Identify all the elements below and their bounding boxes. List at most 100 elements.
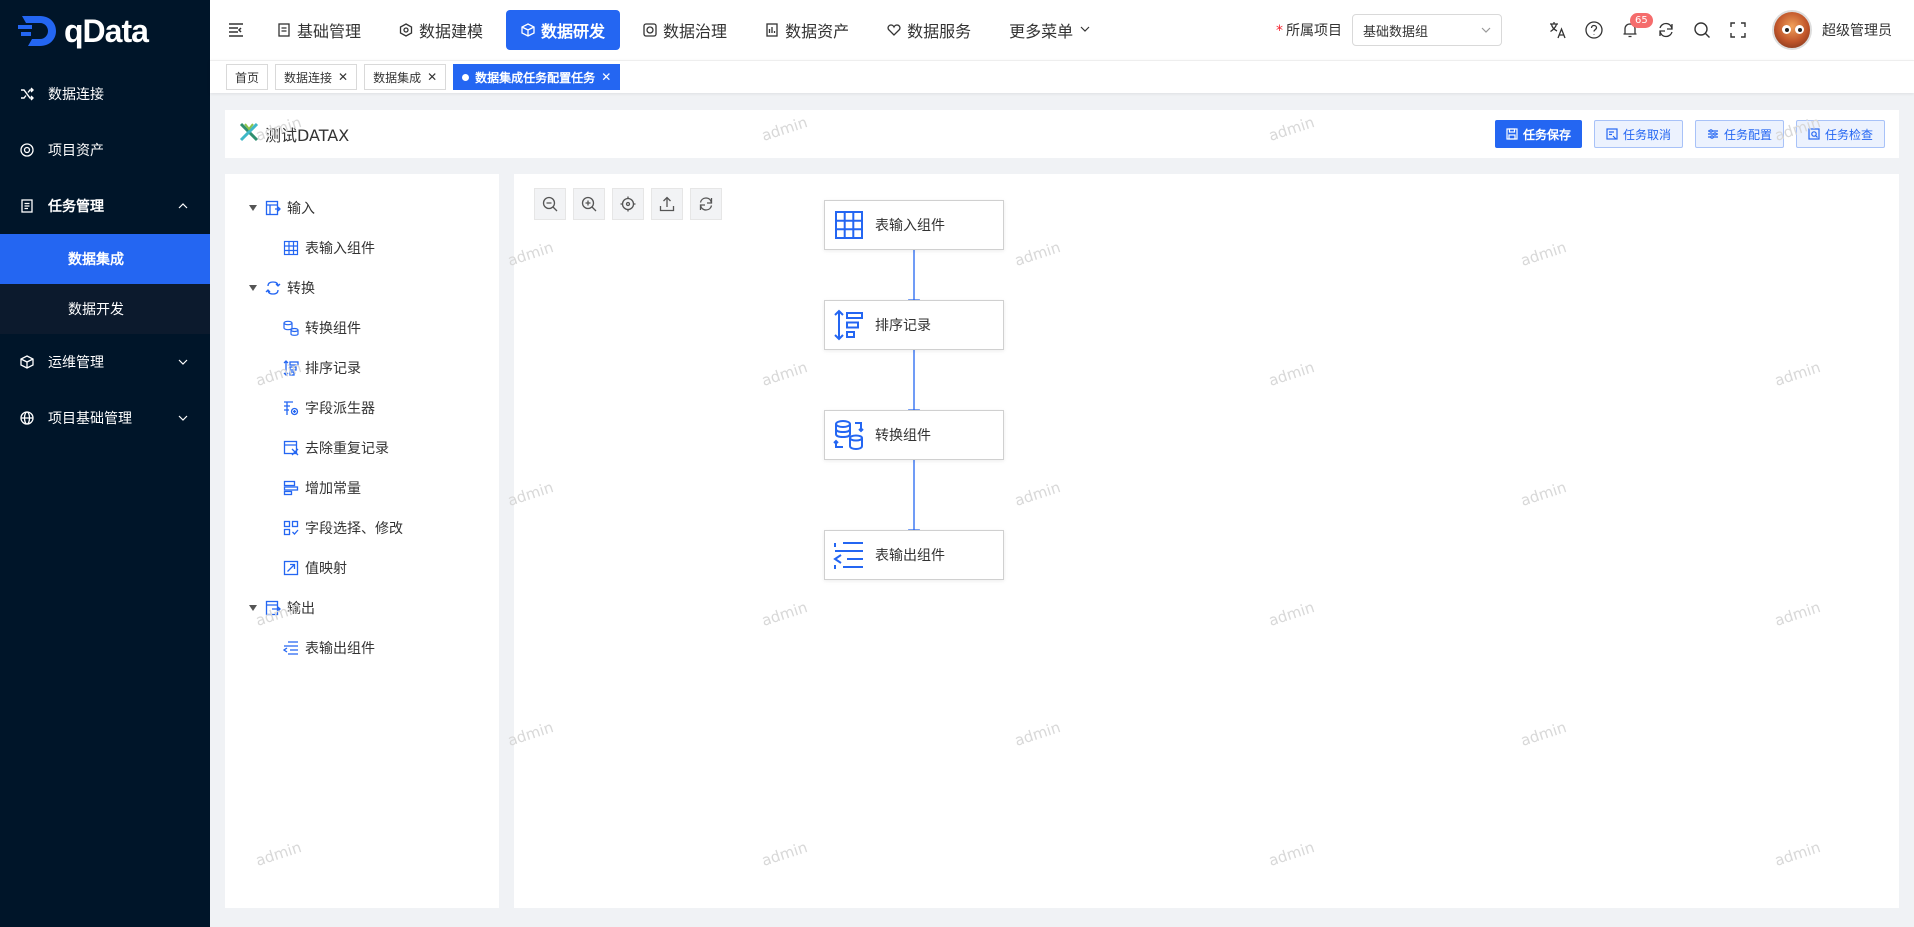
chevron-down-icon: [1079, 23, 1093, 37]
nav-label: 更多菜单: [1009, 22, 1074, 41]
task-save-button[interactable]: 任务保存: [1494, 120, 1582, 148]
caret-down-icon[interactable]: [249, 285, 257, 291]
help-icon[interactable]: [1576, 12, 1612, 48]
sidebar-item-label: 运维管理: [48, 355, 104, 371]
translate-icon[interactable]: [1540, 12, 1576, 48]
cancel-doc-icon: [1606, 128, 1618, 140]
task-header: 测试DATAX 任务保存 任务取消 任务配置 任务检查: [225, 110, 1899, 158]
nav-label: 数据服务: [907, 22, 972, 41]
tree-item-add-constant[interactable]: 增加常量: [283, 468, 361, 508]
sidebar-item-project-base-management[interactable]: 项目基础管理: [0, 390, 210, 446]
center-view-button[interactable]: [612, 188, 644, 220]
zoom-in-button[interactable]: [573, 188, 605, 220]
task-check-button[interactable]: 任务检查: [1795, 120, 1885, 148]
flow-node-label: 转换组件: [875, 428, 931, 444]
tree-item-label: 值映射: [305, 561, 347, 577]
nav-more-menu[interactable]: 更多菜单: [994, 10, 1108, 50]
close-icon[interactable]: ✕: [338, 70, 348, 84]
govern-icon: [643, 23, 657, 37]
nav-data-assets[interactable]: 数据资产: [750, 10, 864, 50]
tab-data-connection[interactable]: 数据连接 ✕: [275, 64, 358, 90]
sidebar-item-label: 数据连接: [48, 87, 104, 103]
dedupe-icon: [283, 440, 299, 456]
sidebar-item-data-connection[interactable]: 数据连接: [0, 66, 210, 122]
zoom-out-button[interactable]: [534, 188, 566, 220]
sidebar-item-label: 项目基础管理: [48, 411, 132, 427]
nav-label: 数据建模: [419, 22, 484, 41]
tree-item-value-mapping[interactable]: 值映射: [283, 548, 347, 588]
tree-group-label: 输出: [287, 601, 315, 617]
hexagon-icon: [399, 23, 413, 37]
refresh-icon: [699, 197, 713, 211]
sidebar-item-label: 项目资产: [48, 143, 104, 159]
caret-down-icon[interactable]: [249, 205, 257, 211]
flow-node-table-input[interactable]: 表输入组件: [824, 200, 1004, 250]
tree-item-field-select-modify[interactable]: 字段选择、修改: [283, 508, 403, 548]
logo-mark-icon: [18, 14, 58, 48]
tree-item-field-derive[interactable]: 字段派生器: [283, 388, 375, 428]
caret-down-icon[interactable]: [249, 605, 257, 611]
tree-item-transform-component[interactable]: 转换组件: [283, 308, 361, 348]
task-config-button[interactable]: 任务配置: [1694, 120, 1784, 148]
tree-group-input[interactable]: 输入: [249, 188, 315, 228]
sidebar-item-data-integration[interactable]: 数据集成: [0, 234, 210, 284]
export-button[interactable]: [651, 188, 683, 220]
tab-home[interactable]: 首页: [226, 64, 269, 90]
doc-icon: [277, 23, 291, 37]
search-icon[interactable]: [1684, 12, 1720, 48]
sidebar-item-project-assets[interactable]: 项目资产: [0, 122, 210, 178]
shuffle-icon: [20, 87, 34, 101]
project-select[interactable]: 基础数据组: [1352, 14, 1502, 46]
tree-group-transform[interactable]: 转换: [249, 268, 315, 308]
avatar[interactable]: [1772, 10, 1812, 50]
close-icon[interactable]: ✕: [601, 70, 611, 84]
tree-item-label: 字段派生器: [305, 401, 375, 417]
tree-item-table-input[interactable]: 表输入组件: [283, 228, 375, 268]
notification-bell-icon[interactable]: 65: [1612, 12, 1653, 48]
sort-icon: [283, 360, 299, 376]
task-cancel-button[interactable]: 任务取消: [1593, 120, 1683, 148]
zoom-out-icon: [542, 196, 558, 212]
tab-label: 数据集成: [373, 70, 422, 85]
tree-group-output[interactable]: 输出: [249, 588, 315, 628]
field-derive-icon: [283, 400, 299, 416]
tab-task-config[interactable]: 数据集成任务配置任务 ✕: [453, 64, 621, 90]
flow-node-transform-component[interactable]: 转换组件: [824, 410, 1004, 460]
nav-data-rd[interactable]: 数据研发: [506, 10, 621, 50]
nav-basic-management[interactable]: 基础管理: [262, 10, 376, 50]
tree-item-sort-records[interactable]: 排序记录: [283, 348, 361, 388]
logo[interactable]: qData: [0, 0, 210, 62]
header-actions: 任务保存 任务取消 任务配置 任务检查: [1494, 120, 1885, 148]
flow-node-label: 表输入组件: [875, 218, 945, 234]
close-icon[interactable]: ✕: [427, 70, 437, 84]
nav-data-modeling[interactable]: 数据建模: [384, 10, 498, 50]
fullscreen-icon[interactable]: [1720, 12, 1756, 48]
nav-data-services[interactable]: 数据服务: [872, 10, 986, 50]
tree-item-remove-duplicates[interactable]: 去除重复记录: [283, 428, 389, 468]
tab-data-integration[interactable]: 数据集成 ✕: [364, 64, 447, 90]
flow-canvas[interactable]: 表输入组件 排序记录 转换组件 表输出组件: [514, 174, 1899, 908]
tab-label: 首页: [235, 70, 260, 85]
chevron-down-icon: [1481, 27, 1491, 33]
chevron-down-icon: [178, 359, 188, 365]
username[interactable]: 超级管理员: [1822, 20, 1892, 40]
project-label: * 所属项目: [1276, 23, 1342, 39]
refresh-canvas-button[interactable]: [690, 188, 722, 220]
tree-group-label: 转换: [287, 281, 315, 297]
nav-data-governance[interactable]: 数据治理: [628, 10, 742, 50]
sidebar-item-task-management[interactable]: 任务管理: [0, 178, 210, 234]
refresh-icon[interactable]: [1648, 12, 1684, 48]
nav-label: 数据资产: [785, 22, 850, 41]
sidebar-item-ops-management[interactable]: 运维管理: [0, 334, 210, 390]
zoom-in-icon: [581, 196, 597, 212]
flow-node-sort-records[interactable]: 排序记录: [824, 300, 1004, 350]
button-label: 任务配置: [1723, 127, 1772, 142]
sidebar-item-data-development[interactable]: 数据开发: [0, 284, 210, 334]
field-select-icon: [283, 520, 299, 536]
tree-item-label: 表输入组件: [305, 241, 375, 257]
tree-item-table-output[interactable]: 表输出组件: [283, 628, 375, 668]
table-output-icon: [833, 539, 865, 571]
flow-node-label: 排序记录: [875, 318, 931, 334]
flow-node-table-output[interactable]: 表输出组件: [824, 530, 1004, 580]
collapse-menu-icon[interactable]: [210, 0, 262, 60]
